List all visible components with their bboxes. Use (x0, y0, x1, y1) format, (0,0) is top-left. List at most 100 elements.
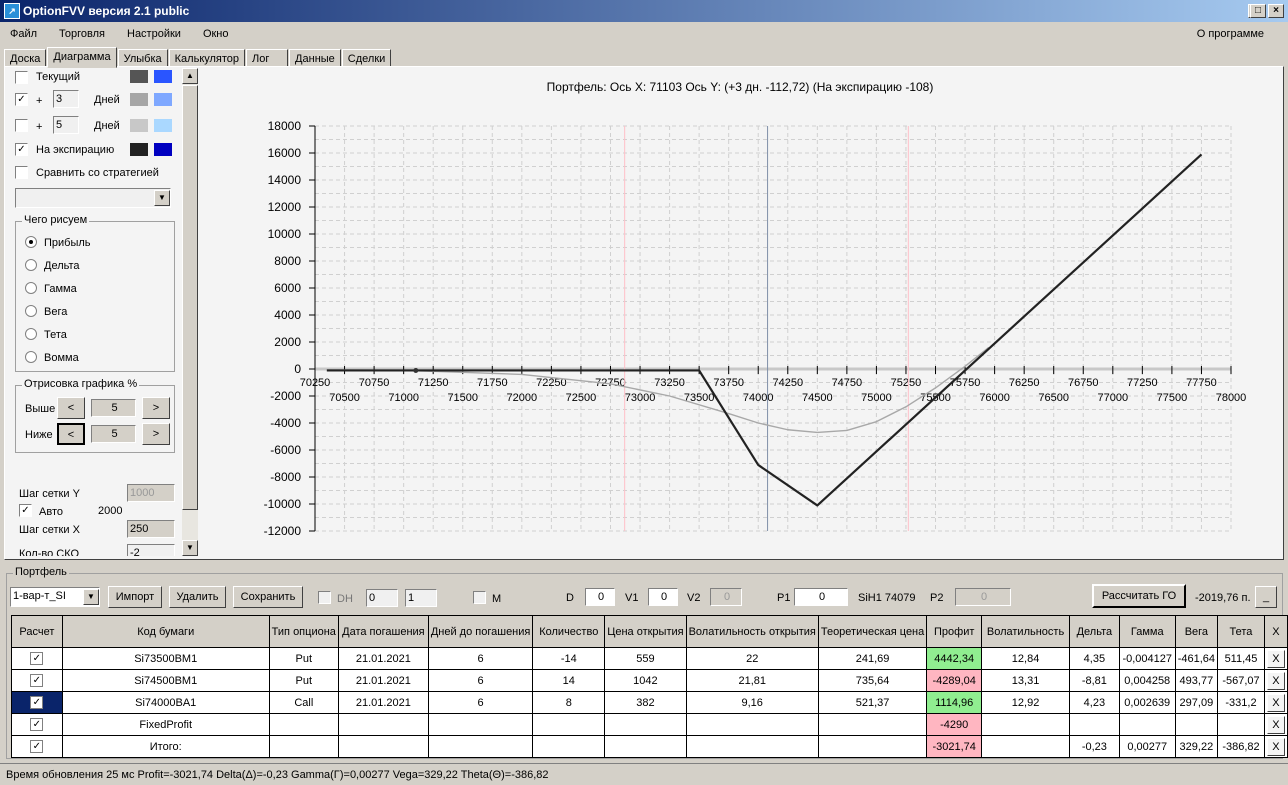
table-row[interactable]: ✓ Итого: -3021,74 -0,23 0,00277 329,22 -386,82… (11, 735, 1288, 758)
calc-checkbox[interactable]: ✓ (30, 652, 44, 665)
column-header[interactable]: Дельта (1068, 615, 1120, 648)
column-header[interactable]: Дата погашения (337, 615, 429, 648)
cell-theta: 511,45 (1217, 647, 1265, 670)
column-header[interactable]: Код бумаги (61, 615, 270, 648)
y-tick-label: 10000 (268, 227, 302, 241)
calc-cell[interactable]: ✓ (11, 691, 63, 714)
dh-checkbox[interactable] (318, 591, 331, 604)
calc-cell[interactable]: ✓ (11, 713, 63, 736)
remove-row-button[interactable]: X (1266, 737, 1285, 756)
cell-days (427, 735, 534, 758)
cell-vol_open: 21,81 (685, 669, 819, 692)
column-header[interactable]: Цена открытия (604, 615, 687, 648)
delete-button[interactable]: Удалить (169, 586, 226, 608)
calculate-go-button[interactable]: Рассчитать ГО (1092, 584, 1186, 608)
p2-label: P2 (930, 592, 944, 604)
cell-profit: -3021,74 (926, 735, 983, 758)
cell-delta: 4,35 (1068, 647, 1120, 670)
collapse-button[interactable]: _ (1255, 586, 1277, 608)
cell-theo: 735,64 (817, 669, 928, 692)
calc-checkbox[interactable]: ✓ (30, 740, 44, 753)
p2-input[interactable]: 0 (955, 588, 1011, 606)
column-header[interactable]: Волатильность открытия (685, 615, 819, 648)
spin-1[interactable]: 0 (366, 589, 398, 607)
cell-vol_open (685, 713, 819, 736)
table-row[interactable]: ✓ Si73500BM1 Put 21.01.2021 6 -14 559 22 241,69 4… (11, 647, 1288, 670)
y-tick-label: 14000 (268, 173, 302, 187)
y-tick-label: 12000 (268, 200, 302, 214)
x-tick-label-top: 71750 (477, 377, 508, 389)
table-row[interactable]: ✓ FixedProfit -4290 X (11, 713, 1288, 736)
column-header[interactable]: Волатильность (981, 615, 1070, 648)
column-header[interactable]: Тета (1217, 615, 1265, 648)
v1-input[interactable]: 0 (648, 588, 678, 606)
tab-diagram[interactable]: Диаграмма (47, 47, 117, 68)
cell-theo (817, 713, 928, 736)
instrument-label: SiH1 74079 (858, 592, 916, 604)
column-header[interactable]: Теоретическая цена (817, 615, 928, 648)
d-input[interactable]: 0 (585, 588, 615, 606)
column-header[interactable]: Количество (532, 615, 606, 648)
import-button[interactable]: Импорт (108, 586, 162, 608)
y-tick-label: 6000 (274, 281, 301, 295)
column-header[interactable]: Гамма (1118, 615, 1176, 648)
calc-cell[interactable]: ✓ (11, 669, 63, 692)
v1-label: V1 (625, 592, 639, 604)
v2-input[interactable]: 0 (710, 588, 742, 606)
y-tick-label: -10000 (264, 497, 302, 511)
cell-delta: -8,81 (1068, 669, 1120, 692)
m-checkbox[interactable] (473, 591, 486, 604)
column-header[interactable]: Вега (1174, 615, 1219, 648)
x-tick-label-bottom: 70500 (329, 392, 360, 404)
cell-vol_open: 9,16 (685, 691, 819, 714)
x-tick-label-bottom: 77000 (1098, 392, 1129, 404)
spin-2[interactable]: 1 (405, 589, 437, 607)
cell-code: FixedProfit (61, 713, 270, 736)
x-tick-label-top: 70250 (300, 377, 331, 389)
cell-theta (1217, 713, 1265, 736)
cell-vol_open: 22 (685, 647, 819, 670)
remove-row-button[interactable]: X (1266, 693, 1285, 712)
cell-vol (981, 713, 1070, 736)
save-button[interactable]: Сохранить (233, 586, 303, 608)
calc-checkbox[interactable]: ✓ (30, 718, 44, 731)
column-header[interactable]: Тип опциона (268, 615, 339, 648)
cell-price: 382 (604, 691, 687, 714)
remove-row-button[interactable]: X (1266, 649, 1285, 668)
cell-theta: -567,07 (1217, 669, 1265, 692)
chevron-down-icon[interactable]: ▼ (83, 589, 99, 605)
cell-price (604, 735, 687, 758)
cell-vega: 297,09 (1174, 691, 1219, 714)
remove-cell: X (1263, 647, 1288, 670)
x-tick-label-top: 70750 (359, 377, 390, 389)
calc-checkbox[interactable]: ✓ (30, 696, 44, 709)
calc-cell[interactable]: ✓ (11, 647, 63, 670)
calc-checkbox[interactable]: ✓ (30, 674, 44, 687)
column-header[interactable]: Дней до погашения (427, 615, 534, 648)
column-header[interactable]: Расчет (11, 615, 63, 648)
table-row[interactable]: ✓ Si74500BM1 Put 21.01.2021 6 14 1042 21,81 735,… (11, 669, 1288, 692)
profit-chart[interactable]: 18000 16000 14000 12000 10000 8000 6000 4000 200… (0, 0, 1288, 560)
m-label: M (492, 593, 502, 605)
cell-date (337, 735, 429, 758)
x-tick-label-top: 76250 (1009, 377, 1040, 389)
cell-vega: 493,77 (1174, 669, 1219, 692)
x-tick-label-top: 74750 (832, 377, 863, 389)
x-tick-label-bottom: 72500 (566, 392, 597, 404)
remove-row-button[interactable]: X (1266, 715, 1285, 734)
remove-row-button[interactable]: X (1266, 671, 1285, 690)
cell-days: 6 (427, 647, 534, 670)
cell-vol: 13,31 (981, 669, 1070, 692)
v2-label: V2 (687, 592, 701, 604)
x-tick-label-bottom: 74500 (802, 392, 833, 404)
p1-input[interactable]: 0 (794, 588, 848, 606)
cell-profit: -4289,04 (926, 669, 983, 692)
cell-delta (1068, 713, 1120, 736)
column-header[interactable]: Профит (926, 615, 983, 648)
column-header[interactable]: X (1263, 615, 1288, 648)
cell-type: Put (268, 669, 339, 692)
cell-days: 6 (427, 669, 534, 692)
table-row[interactable]: ✓ Si74000BA1 Call 21.01.2021 6 8 382 9,16 521,37… (11, 691, 1288, 714)
calc-cell[interactable]: ✓ (11, 735, 63, 758)
cell-price: 559 (604, 647, 687, 670)
